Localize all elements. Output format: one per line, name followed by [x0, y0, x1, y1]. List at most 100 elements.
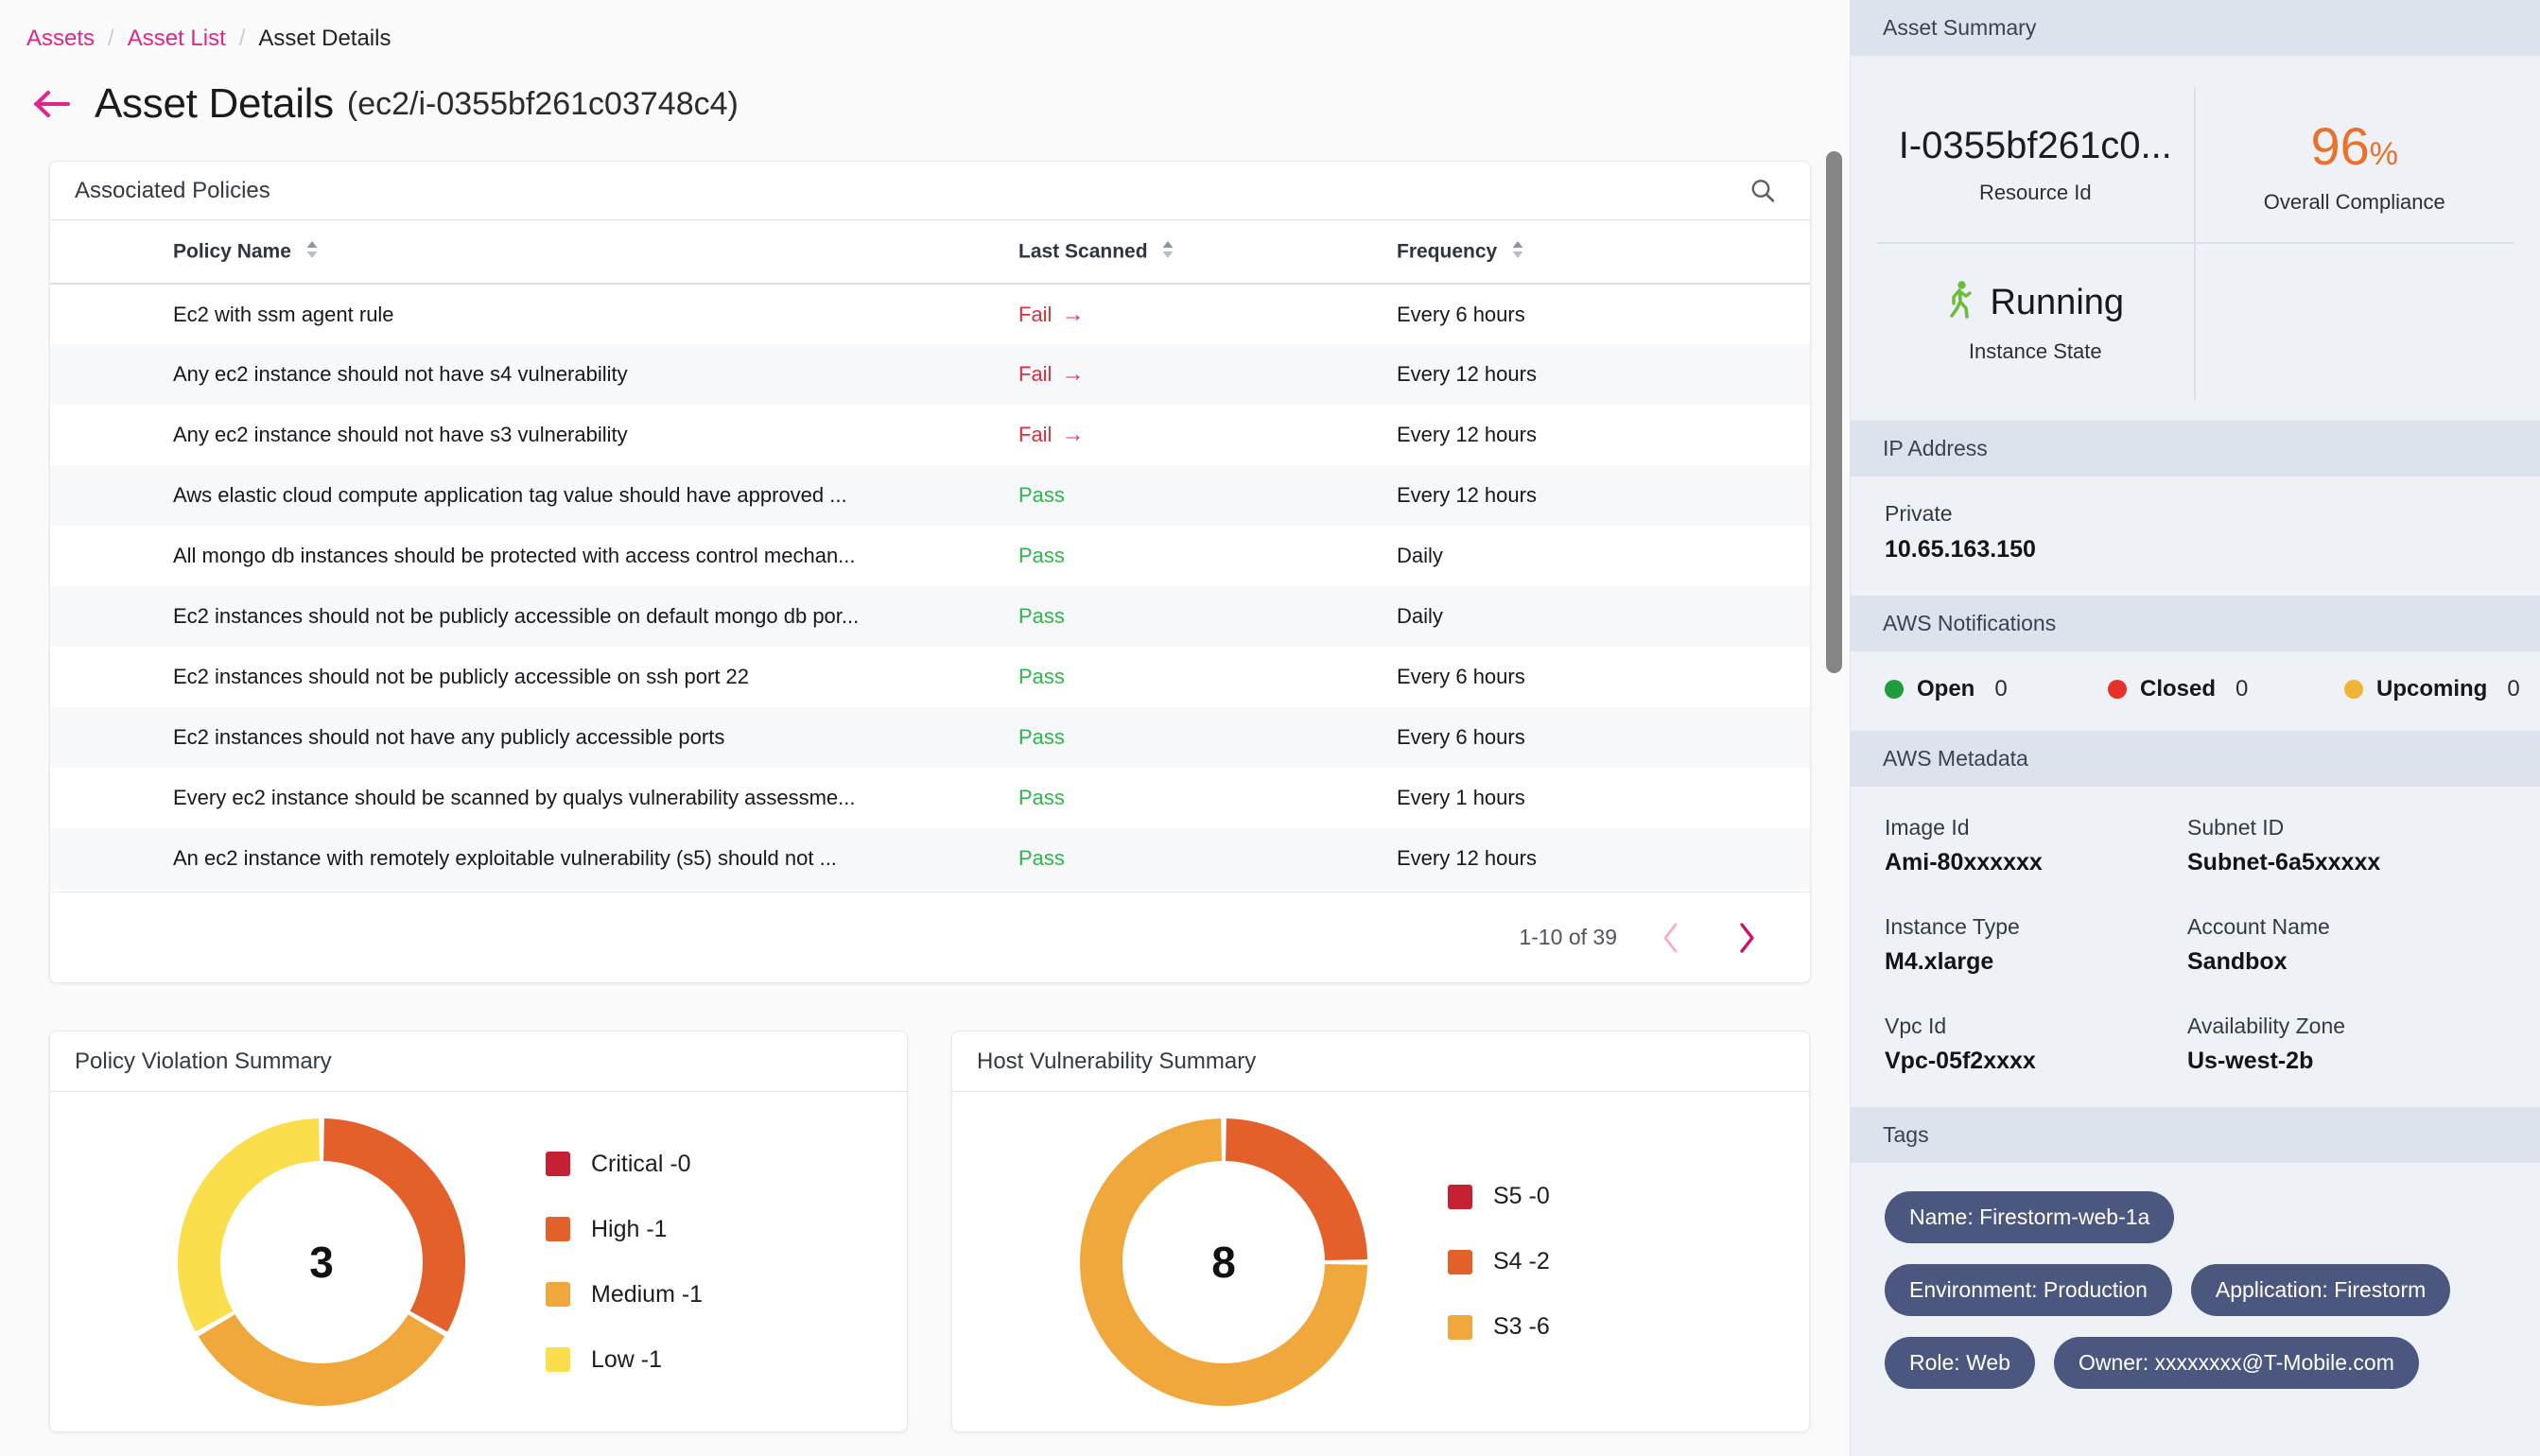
tag-chip[interactable]: Role: Web — [1885, 1337, 2035, 1389]
status-badge-fail[interactable]: Fail → — [1018, 303, 1084, 327]
table-row[interactable]: Ec2 with ssm agent rule Fail → Every 6 hour… — [50, 284, 1810, 344]
status-badge-fail[interactable]: Fail → — [1018, 362, 1084, 387]
legend-item[interactable]: S5 -0 — [1448, 1183, 1550, 1210]
section-header-aws-notifications: AWS Notifications — [1851, 596, 2540, 651]
ip-address-value: 10.65.163.150 — [1885, 536, 2036, 563]
breadcrumb-item-asset-list[interactable]: Asset List — [128, 26, 226, 52]
table-row[interactable]: Ec2 instances should not have any public… — [50, 707, 1810, 768]
tag-chip[interactable]: Owner: xxxxxxxx@T-Mobile.com — [2053, 1337, 2419, 1389]
cell-last-scanned: Pass — [1005, 647, 1383, 707]
cell-frequency: Every 12 hours — [1383, 828, 1810, 889]
resource-id-value: I-0355bf261c0... — [1898, 125, 2172, 166]
cell-last-scanned: Pass — [1005, 768, 1383, 828]
table-row[interactable]: All mongo db instances should be protect… — [50, 526, 1810, 586]
legend-item[interactable]: S3 -6 — [1448, 1313, 1550, 1341]
chart-legend: Critical -0 High -1 Medium -1 Low -1 — [546, 1151, 703, 1374]
arrow-right-icon[interactable]: → — [1061, 303, 1084, 326]
metadata-label: Vpc Id — [1885, 1014, 1947, 1038]
cell-policy-name: Ec2 instances should not be publicly acc… — [173, 665, 750, 688]
legend-label: High -1 — [591, 1215, 668, 1242]
column-header-last-scanned[interactable]: Last Scanned — [1005, 220, 1383, 285]
metadata-field: Subnet ID Subnet-6a5xxxxx — [2187, 815, 2540, 876]
legend-item[interactable]: Low -1 — [546, 1346, 703, 1374]
table-row[interactable]: Aws elastic cloud compute application ta… — [50, 465, 1810, 526]
status-badge-pass: Pass — [1018, 483, 1065, 507]
metadata-value: Sandbox — [2187, 948, 2288, 975]
cell-frequency: Every 6 hours — [1383, 707, 1810, 768]
pagination: 1-10 of 39 — [50, 892, 1810, 982]
cell-policy-name: Ec2 instances should not have any public… — [50, 707, 1005, 768]
status-badge-fail[interactable]: Fail → — [1018, 423, 1084, 447]
legend-label: S3 -6 — [1493, 1313, 1550, 1340]
status-dot-open — [1885, 680, 1904, 699]
cell-frequency: Every 12 hours — [1383, 465, 1810, 526]
notification-upcoming[interactable]: Upcoming 0 — [2344, 676, 2520, 702]
policy-violation-donut: 3 — [171, 1112, 472, 1413]
cell-last-scanned: Pass — [1005, 526, 1383, 586]
notification-count: 0 — [2236, 676, 2249, 702]
cell-policy-name: Ec2 instances should not be publicly acc… — [50, 586, 1005, 647]
resource-id-label: Resource Id — [1978, 181, 2092, 204]
table-row[interactable]: Ec2 instances should not be publicly acc… — [50, 586, 1810, 647]
card-title: Associated Policies — [75, 177, 270, 203]
arrow-left-icon[interactable] — [32, 83, 74, 125]
legend-label: S4 -2 — [1493, 1248, 1550, 1274]
cell-last-scanned: Fail → — [1005, 405, 1383, 465]
tag-row: Name: Firestorm-web-1a — [1885, 1191, 2540, 1243]
table-row[interactable]: An ec2 instance with remotely exploitabl… — [50, 828, 1810, 889]
legend-item[interactable]: Critical -0 — [546, 1151, 703, 1178]
notification-count: 0 — [1994, 676, 2008, 702]
legend-label: Medium -1 — [591, 1280, 704, 1308]
summary-charts-row: Policy Violation Summary 3 Critical -0 Hi… — [49, 1031, 1810, 1432]
running-person-icon — [1946, 280, 1975, 326]
metadata-field: Vpc Id Vpc-05f2xxxx — [1885, 1014, 2187, 1075]
search-icon[interactable] — [1742, 170, 1783, 212]
metadata-value: Us-west-2b — [2187, 1048, 2314, 1074]
column-header-frequency[interactable]: Frequency — [1383, 220, 1810, 285]
column-header-policy-name[interactable]: Policy Name — [50, 220, 1005, 285]
table-row[interactable]: Any ec2 instance should not have s4 vuln… — [50, 344, 1810, 405]
legend-item[interactable]: Medium -1 — [546, 1281, 703, 1309]
tag-chip[interactable]: Application: Firestorm — [2190, 1264, 2451, 1316]
legend-item[interactable]: High -1 — [546, 1216, 703, 1243]
chart-legend: S5 -0 S4 -2 S3 -6 — [1448, 1183, 1550, 1341]
sort-icon[interactable] — [1511, 239, 1524, 266]
metadata-label: Subnet ID — [2187, 815, 2285, 840]
cell-policy-name: Ec2 with ssm agent rule — [173, 302, 394, 326]
arrow-right-icon[interactable]: → — [1061, 363, 1084, 386]
notification-open[interactable]: Open 0 — [1885, 676, 2108, 702]
metadata-field: Image Id Ami-80xxxxxx — [1885, 815, 2187, 876]
status-dot-upcoming — [2344, 680, 2363, 699]
host-vulnerability-summary-card: Host Vulnerability Summary 8 S5 -0 S4 -2 S… — [951, 1031, 1810, 1432]
table-row[interactable]: Any ec2 instance should not have s3 vuln… — [50, 405, 1810, 465]
tag-row: Environment: Production Application: Fire… — [1885, 1264, 2540, 1316]
arrow-right-icon[interactable]: → — [1061, 424, 1084, 446]
chevron-left-icon[interactable] — [1649, 916, 1693, 960]
tag-chip[interactable]: Name: Firestorm-web-1a — [1885, 1191, 2175, 1243]
notification-count: 0 — [2507, 676, 2520, 702]
cell-frequency: Every 12 hours — [1383, 344, 1810, 405]
column-header-label: Last Scanned — [1018, 240, 1148, 263]
metadata-value: Ami-80xxxxxx — [1885, 849, 2043, 875]
section-header-tags: Tags — [1851, 1107, 2540, 1163]
main-scrollbar[interactable] — [1826, 151, 1842, 673]
legend-label: S5 -0 — [1493, 1183, 1550, 1209]
legend-swatch-high — [546, 1217, 570, 1241]
legend-swatch-s4 — [1448, 1249, 1472, 1274]
instance-state-cell: Running Instance State — [1877, 244, 2196, 400]
breadcrumb: Assets / Asset List / Asset Details — [0, 0, 1850, 57]
breadcrumb-item-assets[interactable]: Assets — [26, 26, 95, 52]
chevron-right-icon[interactable] — [1725, 916, 1768, 960]
status-badge-pass: Pass — [1018, 786, 1065, 809]
sort-icon[interactable] — [305, 239, 319, 266]
metadata-label: Instance Type — [1885, 914, 2020, 939]
table-row[interactable]: Ec2 instances should not be publicly acc… — [50, 647, 1810, 707]
legend-item[interactable]: S4 -2 — [1448, 1248, 1550, 1275]
pagination-range: 1-10 of 39 — [1519, 925, 1617, 949]
tag-chip[interactable]: Environment: Production — [1885, 1264, 2172, 1316]
sort-icon[interactable] — [1161, 239, 1174, 266]
table-header-row: Policy Name Last Scanned Frequency — [50, 220, 1810, 285]
cell-last-scanned: Pass — [1005, 828, 1383, 889]
notification-closed[interactable]: Closed 0 — [2108, 676, 2344, 702]
table-row[interactable]: Every ec2 instance should be scanned by … — [50, 768, 1810, 828]
